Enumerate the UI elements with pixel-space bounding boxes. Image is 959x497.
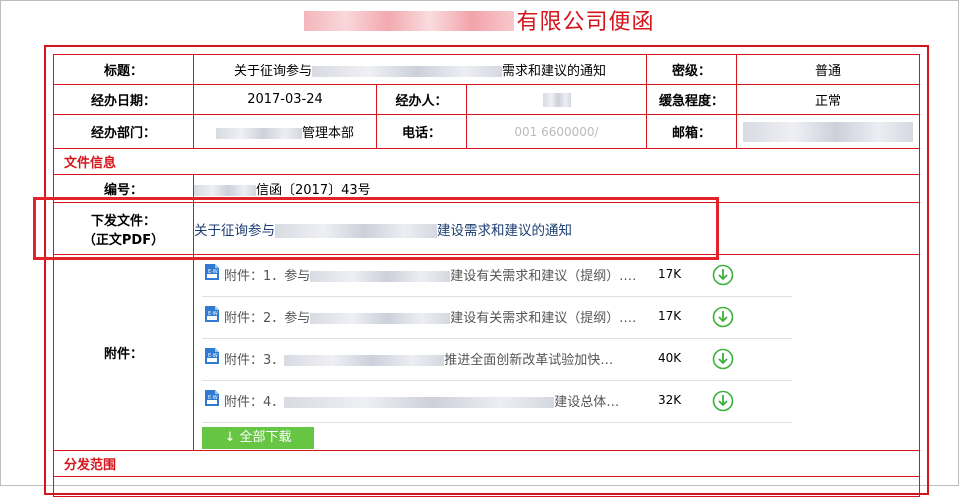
attachment-name[interactable]: 附件：2．参与 建设有关需求和建议（提纲）.… <box>224 307 636 326</box>
distribution-section: 分发范围 <box>53 450 920 477</box>
svg-text:E·W: E·W <box>208 395 218 401</box>
redacted-text <box>215 128 302 139</box>
redacted-text <box>194 185 256 196</box>
attachment-name[interactable]: 附件：3． 推进全面创新改革试验加快… <box>224 349 613 368</box>
attachments-label: 附件： <box>53 254 194 451</box>
memo-table: 标题： 关于征询参与 需求和建议的通知 密级： 普通 经办日期： 2017-03-… <box>53 54 920 497</box>
title-value: 关于征询参与 需求和建议的通知 <box>193 54 647 85</box>
title-row: 标题： 关于征询参与 需求和建议的通知 密级： 普通 <box>53 54 920 85</box>
date-label: 经办日期： <box>53 84 194 115</box>
attachment-item[interactable]: E·W 附件：2．参与 建设有关需求和建议（提纲）.… 17K <box>202 297 792 339</box>
redacted-text <box>310 271 451 282</box>
email-label: 邮箱： <box>646 114 737 149</box>
distribution-row: 分发范围 <box>53 450 920 477</box>
title-label: 标题： <box>53 54 194 85</box>
handler-label: 经办人： <box>376 84 467 115</box>
file-info-section: 文件信息 <box>53 148 920 175</box>
svg-text:E·W: E·W <box>208 353 218 359</box>
word-file-icon: E·W <box>205 264 219 280</box>
word-file-icon: E·W <box>205 390 219 406</box>
dept-value: 管理本部 <box>193 114 377 149</box>
highlight-box <box>33 197 719 260</box>
word-file-icon: E·W <box>205 306 219 322</box>
redacted-text <box>542 92 571 107</box>
handler-value <box>466 84 647 115</box>
download-circle-icon[interactable] <box>712 390 734 412</box>
redacted-text <box>312 66 502 77</box>
page-title: 有限公司便函 <box>0 4 959 36</box>
attachment-size: 17K <box>658 267 682 281</box>
email-value <box>736 114 920 149</box>
attachment-size: 32K <box>658 393 682 407</box>
attachments-list: E·W 附件：1．参与 建设有关需求和建议（提纲）.… 17K E·W 附件：2．参与 建设… <box>193 254 920 451</box>
attachment-name[interactable]: 附件：1．参与 建设有关需求和建议（提纲）.… <box>224 265 636 284</box>
redacted-text <box>743 121 913 142</box>
urgency-value: 正常 <box>736 84 920 115</box>
attachment-name[interactable]: 附件：4． 建设总体… <box>224 391 619 410</box>
attachment-item[interactable]: E·W 附件：1．参与 建设有关需求和建议（提纲）.… 17K <box>202 255 792 297</box>
download-circle-icon[interactable] <box>712 264 734 286</box>
secret-label: 密级： <box>646 54 737 85</box>
urgency-label: 缓急程度： <box>646 84 737 115</box>
distribution-content <box>53 476 920 497</box>
attachments-row: 附件： E·W 附件：1．参与 建设有关需求和建议（提纲）.… 17K E·W 附件：2．… <box>53 254 920 451</box>
redacted-text <box>284 397 555 408</box>
secret-value: 普通 <box>736 54 920 85</box>
phone-value: 001 6600000/ <box>466 114 647 149</box>
svg-text:E·W: E·W <box>208 311 218 317</box>
download-all-button[interactable]: ↓ 全部下载 <box>202 427 314 449</box>
date-row: 经办日期： 2017-03-24 经办人： 缓急程度： 正常 <box>53 84 920 115</box>
redacted-text <box>310 313 451 324</box>
date-value: 2017-03-24 <box>193 84 377 115</box>
redacted-company-name <box>304 11 515 31</box>
attachment-size: 40K <box>658 351 682 365</box>
attachment-item[interactable]: E·W 附件：3． 推进全面创新改革试验加快… 40K <box>202 339 792 381</box>
phone-label: 电话： <box>376 114 467 149</box>
redacted-text <box>284 355 445 366</box>
distribution-content-row <box>53 476 920 497</box>
word-file-icon: E·W <box>205 348 219 364</box>
attachment-size: 17K <box>658 309 682 323</box>
svg-text:E·W: E·W <box>208 269 218 275</box>
dept-label: 经办部门： <box>53 114 194 149</box>
file-info-row: 文件信息 <box>53 148 920 175</box>
download-circle-icon[interactable] <box>712 306 734 328</box>
download-circle-icon[interactable] <box>712 348 734 370</box>
attachment-item[interactable]: E·W 附件：4． 建设总体… 32K <box>202 381 792 423</box>
dept-row: 经办部门： 管理本部 电话： 001 6600000/ 邮箱： <box>53 114 920 149</box>
